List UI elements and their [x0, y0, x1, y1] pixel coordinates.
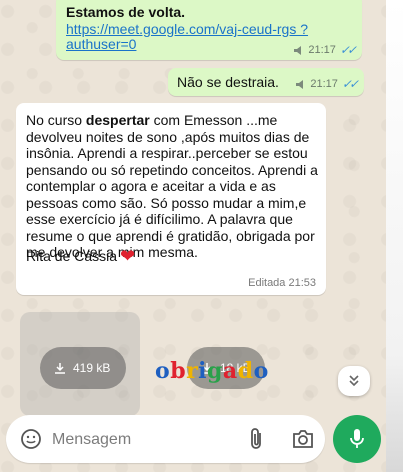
download-button-file1[interactable]: 419 kB [40, 347, 126, 389]
emoji-icon[interactable] [20, 428, 42, 450]
message-body: No curso despertar com Emesson ...me dev… [26, 112, 326, 261]
side-panel-edge [386, 0, 403, 472]
scroll-to-bottom-button[interactable] [338, 366, 370, 396]
signature-text: Rita de Cássia [26, 248, 118, 264]
sticker-letter: d [237, 358, 254, 384]
voice-note-icon [296, 79, 304, 89]
body-text-bold: despertar [85, 112, 150, 128]
message-text: Não se destraia. [177, 74, 279, 90]
voice-note-icon [294, 45, 302, 55]
incoming-message-testimonial[interactable]: No curso despertar com Emesson ...me dev… [16, 103, 326, 295]
voice-record-button[interactable] [333, 415, 381, 463]
message-input[interactable] [50, 427, 234, 453]
edited-timestamp: Editada 21:53 [248, 277, 316, 289]
heart-emoji: ❤ [120, 246, 136, 266]
sticker-letter: b [170, 358, 187, 384]
body-text-rest: com Emesson ...me devolveu noites de son… [26, 112, 318, 260]
double-check-icon: ✓✓ [339, 43, 357, 57]
file-size: 419 kB [73, 361, 111, 375]
chevron-double-down-icon [349, 375, 359, 387]
camera-icon[interactable] [292, 429, 314, 449]
sticker-letter: a [222, 358, 238, 384]
message-time: 21:17 [308, 44, 336, 56]
sticker-letter: r [186, 358, 199, 384]
message-composer [6, 415, 325, 463]
double-check-icon: ✓✓ [341, 77, 359, 91]
message-signature: Rita de Cássia ❤ [26, 246, 136, 266]
message-meta: 21:17 ✓✓ [296, 77, 359, 91]
download-icon [55, 363, 65, 374]
sticker-letter: o [155, 358, 171, 384]
body-text-start: No curso [26, 112, 86, 128]
sticker-letter: i [198, 358, 208, 384]
message-meta: 21:17 ✓✓ [294, 43, 357, 57]
outgoing-message-meet-link[interactable]: Estamos de volta. https://meet.google.co… [56, 0, 362, 60]
paperclip-icon[interactable] [248, 427, 266, 451]
microphone-icon [350, 429, 364, 448]
message-title: Estamos de volta. [66, 4, 186, 20]
sticker-letter: o [253, 358, 269, 384]
sticker-letter: g [207, 358, 223, 384]
message-time: 21:17 [310, 78, 338, 90]
outgoing-message-reminder[interactable]: Não se destraia. 21:17 ✓✓ [168, 68, 364, 96]
obrigado-sticker-text: obrigado [155, 358, 269, 384]
